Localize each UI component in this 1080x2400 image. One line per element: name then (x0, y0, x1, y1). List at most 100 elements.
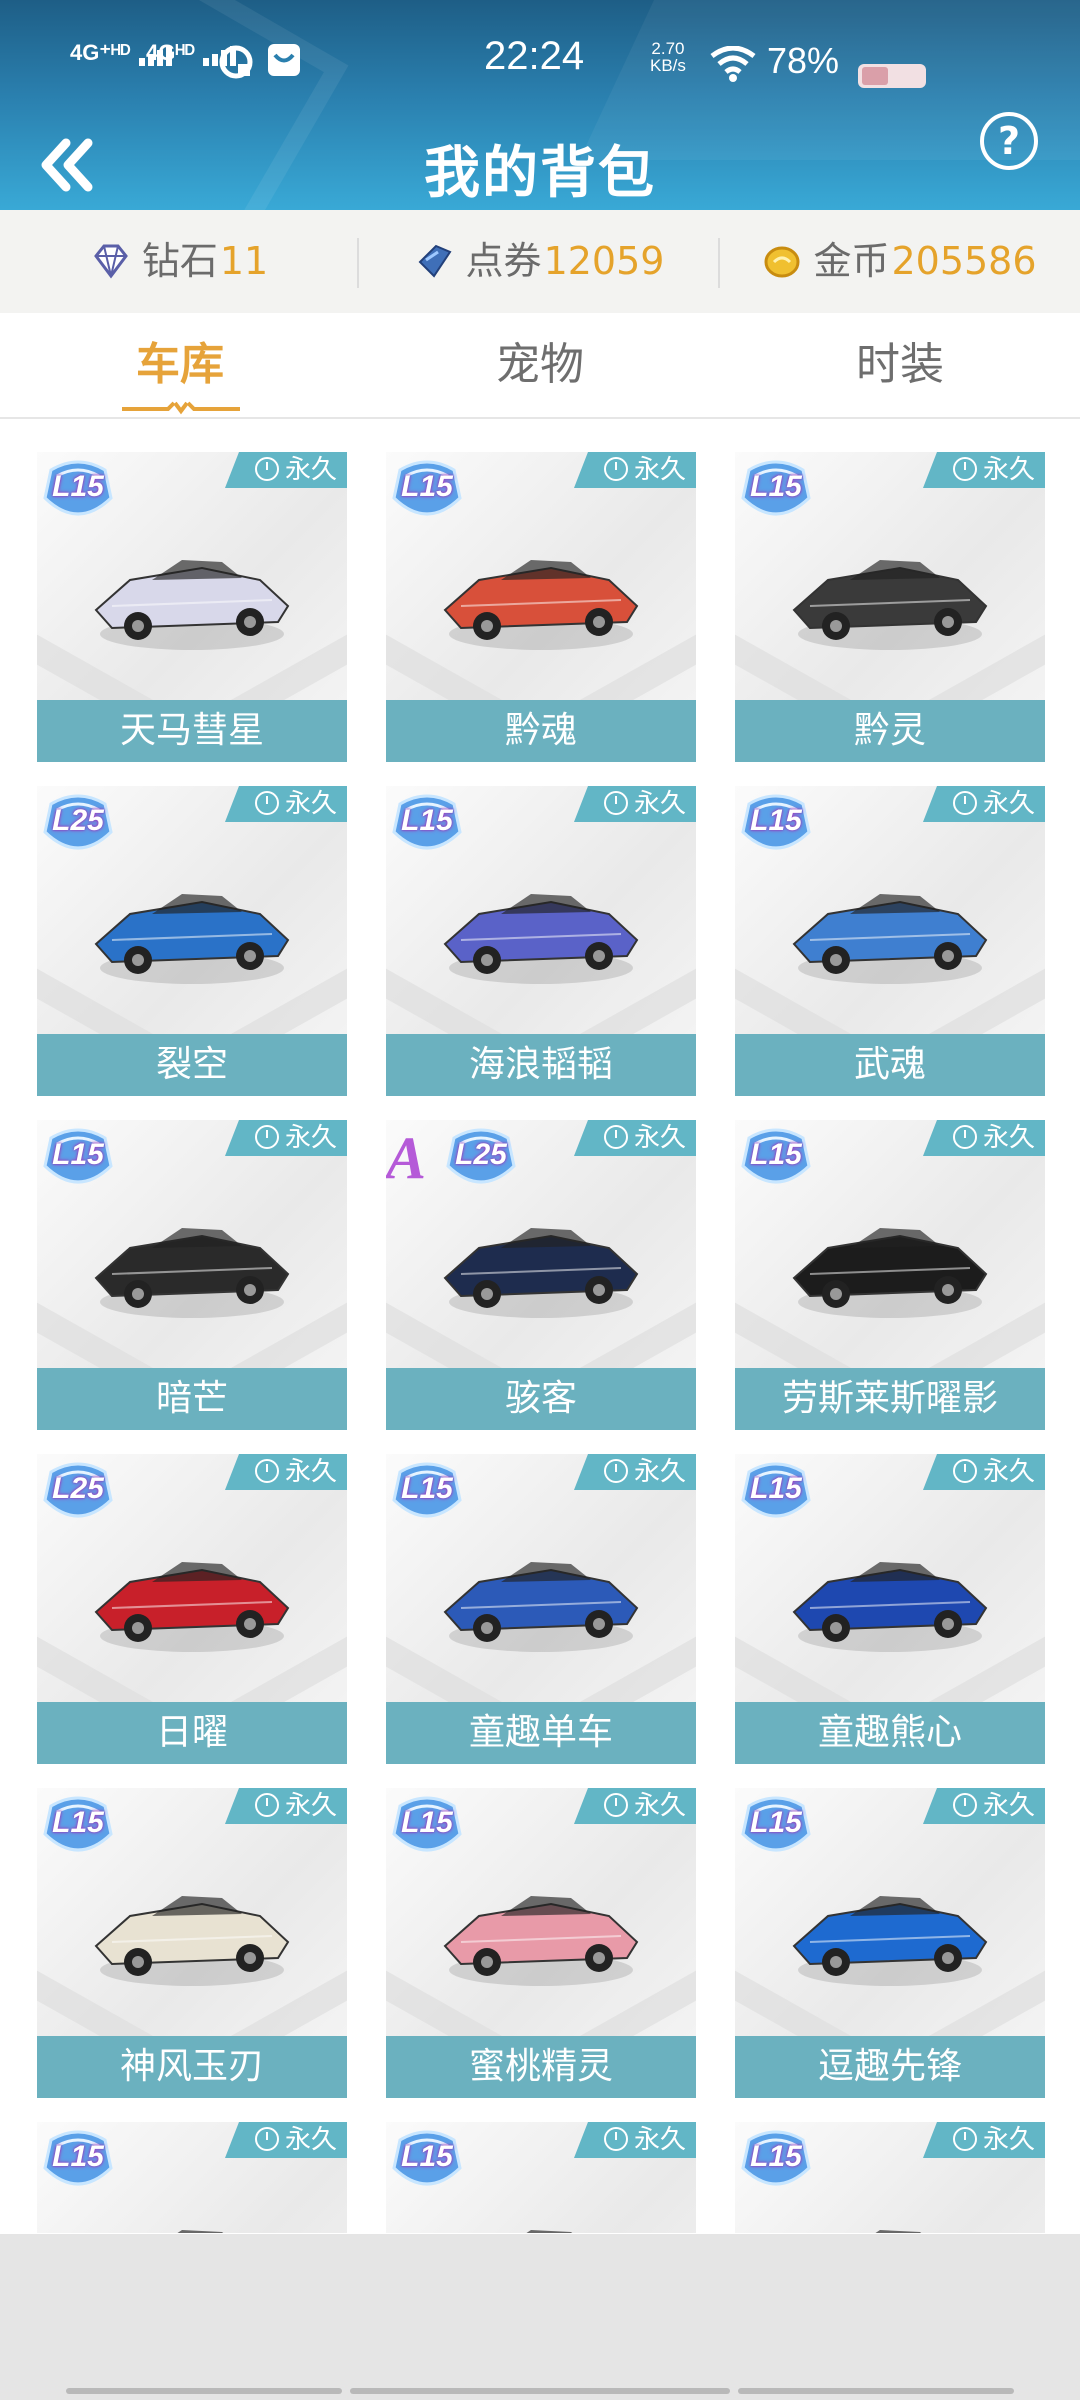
level-badge: L15 (41, 1794, 115, 1860)
diamond-balance: 钻石11 (0, 210, 360, 313)
car-card[interactable]: L25 永久 裂空 (37, 786, 347, 1096)
car-name: 劳斯莱斯曜影 (735, 1368, 1045, 1430)
rank-a-badge: A (386, 1125, 427, 1191)
permanent-tag: 永久 (224, 786, 347, 822)
gold-balance: 金币205586 (720, 210, 1080, 313)
level-label: L15 (750, 2140, 802, 2173)
car-card[interactable]: L15 永久 蜜桃精灵 (386, 1788, 696, 2098)
diamond-label: 钻石 (141, 239, 218, 283)
car-card[interactable]: L15 永久海浪韬韬 (386, 786, 696, 1096)
permanent-tag: 永久 (573, 1120, 696, 1156)
permanent-tag: 永久 (224, 1120, 347, 1156)
level-label: L15 (52, 470, 104, 503)
car-image (177, 2230, 224, 2233)
car-image (792, 1562, 988, 1652)
car-name: 海浪韬韬 (386, 1034, 696, 1096)
level-badge: L15 (390, 1460, 464, 1526)
car-name: 骇客 (386, 1368, 696, 1430)
level-label: L15 (401, 1806, 453, 1839)
permanent-tag: 永久 (922, 1788, 1045, 1824)
level-label: L15 (401, 1472, 453, 1505)
car-image (792, 1896, 988, 1986)
car-card[interactable]: L15 永久 (37, 2122, 347, 2233)
permanent-tag: 永久 (224, 1454, 347, 1490)
car-name: 童趣单车 (386, 1702, 696, 1764)
car-card[interactable]: L15 永久童趣单车 (386, 1454, 696, 1764)
car-image (443, 1228, 639, 1318)
diamond-icon (93, 244, 128, 278)
gold-coin-icon (764, 246, 800, 277)
permanent-tag: 永久 (573, 1454, 696, 1490)
level-label: L15 (750, 1806, 802, 1839)
clock-icon (603, 1124, 628, 1149)
clock-icon (603, 790, 628, 815)
car-image (443, 560, 639, 650)
car-image (443, 894, 639, 984)
permanent-tag: 永久 (922, 786, 1045, 822)
car-name: 武魂 (735, 1034, 1045, 1096)
scroll-indicator-3 (738, 2388, 1014, 2394)
car-grid: L15 永久 天马彗星 L15 永久 黔魂 L15 永久 黔灵 L25 永久 裂空 L15 永久 海浪韬韬 L… (0, 418, 1080, 2233)
gold-label: 金币 (813, 239, 890, 283)
help-button[interactable]: ? (980, 112, 1038, 170)
car-card[interactable]: L15 永久 暗芒 (37, 1120, 347, 1430)
car-card[interactable]: L15 永久 劳斯莱斯曜影 (735, 1120, 1045, 1430)
level-label: L15 (401, 2140, 453, 2173)
car-card[interactable]: A L25 永久骇客 (386, 1120, 696, 1430)
tab-fashion[interactable]: 时装 (720, 313, 1080, 417)
clock: 22:24 (484, 34, 585, 78)
clock-icon (952, 1124, 977, 1149)
car-card[interactable]: L15 永久 (386, 2122, 696, 2233)
scroll-indicator-2 (350, 2388, 730, 2394)
level-label: L15 (401, 804, 453, 837)
bottom-panel (0, 2234, 1080, 2400)
car-name: 蜜桃精灵 (386, 2036, 696, 2098)
permanent-tag: 永久 (573, 452, 696, 488)
page-title: 我的背包 (424, 141, 656, 206)
level-badge: L15 (390, 1794, 464, 1860)
tab-bar: 车库 宠物 时装 (0, 313, 1080, 419)
car-card[interactable]: L15 永久 天马彗星 (37, 452, 347, 762)
car-name: 神风玉刃 (37, 2036, 347, 2098)
car-card[interactable]: L15 永久 童趣熊心 (735, 1454, 1045, 1764)
permanent-tag: 永久 (573, 786, 696, 822)
car-card[interactable]: L15 永久逗趣先锋 (735, 1788, 1045, 2098)
car-card[interactable]: L15 永久 黔魂 (386, 452, 696, 762)
network-speed-value: 2.70 (651, 39, 685, 58)
clock-icon (952, 2126, 977, 2151)
car-card[interactable]: L15 永久 (735, 2122, 1045, 2233)
level-badge: L15 (739, 1794, 813, 1860)
car-card[interactable]: L25 永久 日曜 (37, 1454, 347, 1764)
clock-icon (254, 1792, 279, 1817)
level-badge: L15 (41, 2128, 115, 2194)
level-label: L25 (455, 1138, 507, 1171)
level-badge: L15 (739, 2128, 813, 2194)
network-speed: 2.70 KB/s (650, 40, 686, 74)
level-badge: L15 (390, 2128, 464, 2194)
car-image (792, 560, 988, 650)
gold-value: 205586 (891, 239, 1037, 283)
level-badge: L15 (739, 458, 813, 524)
car-name: 逗趣先锋 (735, 2036, 1045, 2098)
car-image (94, 560, 290, 650)
car-card[interactable]: L15 永久 神风玉刃 (37, 1788, 347, 2098)
active-tab-indicator (122, 401, 240, 415)
tab-pets[interactable]: 宠物 (360, 313, 720, 417)
clock-icon (254, 790, 279, 815)
signal-2-label: 4Gᴴᴰ (146, 40, 195, 65)
car-image (875, 2230, 922, 2233)
message-notification-icon (268, 44, 300, 76)
scroll-indicator-1 (66, 2388, 342, 2394)
level-label: L15 (52, 1138, 104, 1171)
level-label: L15 (750, 804, 802, 837)
currency-bar: 钻石11 点券12059 金币205586 (0, 210, 1080, 313)
car-name: 黔魂 (386, 700, 696, 762)
car-card[interactable]: L15 永久武魂 (735, 786, 1045, 1096)
level-badge: L25 (444, 1126, 518, 1192)
car-image (94, 894, 290, 984)
level-label: L25 (52, 1472, 104, 1505)
header-bar: 4G⁺ᴴᴰ 4Gᴴᴰ 22:24 2.70 KB/s 78% 我的背包 ? (0, 0, 1080, 210)
clock-icon (254, 1458, 279, 1483)
car-card[interactable]: L15 永久 黔灵 (735, 452, 1045, 762)
level-badge: L25 (41, 792, 115, 858)
